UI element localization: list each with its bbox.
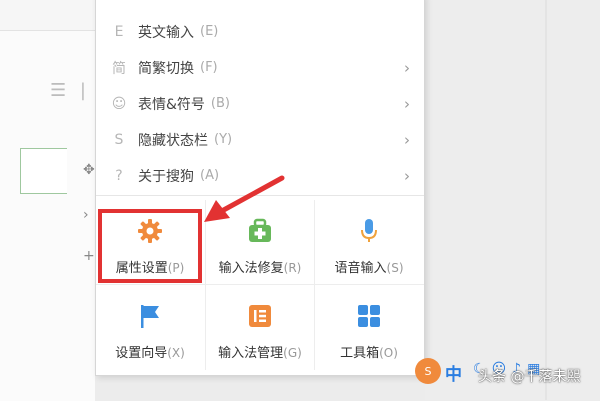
help-icon: ?: [115, 167, 123, 184]
menu-item-emoji-symbols[interactable]: ☺ 表情&符号 (B) ›: [96, 86, 424, 121]
chevron-right-icon: ›: [404, 95, 410, 113]
chevron-right-icon: ›: [404, 131, 410, 149]
chevron-right-icon: ›: [83, 207, 89, 223]
ime-mode-toggle[interactable]: 中: [445, 360, 462, 385]
background-toolbar-icons: ☰ |: [50, 80, 90, 101]
menu-item-shortcut: (B): [210, 96, 230, 111]
menu-item-shortcut: (E): [200, 24, 219, 39]
menu-item-shortcut: (F): [200, 60, 218, 75]
traditional-chinese-icon: 简: [112, 60, 126, 77]
tile-label: 工具箱: [340, 346, 380, 361]
highlight-box: [98, 209, 202, 283]
menu-item-label: 隐藏状态栏: [138, 132, 208, 149]
menu-item-english-input[interactable]: E 英文输入 (E): [96, 14, 424, 49]
background-divider: [545, 0, 547, 400]
tile-label: 语音输入: [334, 261, 387, 276]
menu-item-hide-statusbar[interactable]: S 隐藏状态栏 (Y) ›: [96, 122, 424, 157]
menu-item-label: 英文输入: [138, 24, 194, 41]
tile-toolbox[interactable]: 工具箱(O): [315, 286, 423, 371]
tile-shortcut: (G): [283, 346, 302, 360]
tile-label: 输入法修复: [218, 261, 284, 276]
manager-icon: [246, 302, 274, 330]
move-icon: ✥: [83, 162, 95, 178]
letter-e-icon: E: [114, 23, 124, 40]
chevron-right-icon: ›: [404, 167, 410, 185]
menu-item-simplified-traditional[interactable]: 简 简繁切换 (F) ›: [96, 50, 424, 85]
background-right: [425, 0, 600, 400]
background-box: [20, 148, 67, 194]
menu-item-label: 简繁切换: [138, 60, 194, 77]
chevron-right-icon: ›: [404, 59, 410, 77]
tile-shortcut: (R): [283, 261, 302, 275]
menu-item-shortcut: (Y): [214, 132, 233, 147]
flag-icon: [136, 302, 164, 330]
tile-label: 输入法管理: [218, 346, 284, 361]
microphone-icon: [355, 217, 383, 245]
smiley-icon: ☺: [111, 95, 127, 112]
sogou-logo-icon[interactable]: S: [415, 358, 441, 384]
plus-icon: +: [83, 248, 95, 264]
tile-voice-input[interactable]: 语音输入(S): [315, 201, 423, 286]
tile-shortcut: (S): [386, 261, 404, 275]
tile-shortcut: (X): [167, 346, 185, 360]
menu-item-label: 表情&符号: [138, 96, 205, 113]
watermark: 头条 @千落未熙: [478, 369, 581, 385]
toolbox-icon: [355, 302, 383, 330]
tile-ime-manager[interactable]: 输入法管理(G): [206, 286, 314, 371]
menu-item-label: 关于搜狗: [138, 168, 194, 185]
tile-label: 设置向导: [115, 346, 168, 361]
tile-setup-wizard[interactable]: 设置向导(X): [96, 286, 204, 371]
tile-shortcut: (O): [379, 346, 398, 360]
background-window: ☰ | ✥ › +: [0, 0, 95, 401]
statusbar-icon: S: [114, 131, 124, 148]
annotation-arrow-icon: [204, 175, 285, 222]
